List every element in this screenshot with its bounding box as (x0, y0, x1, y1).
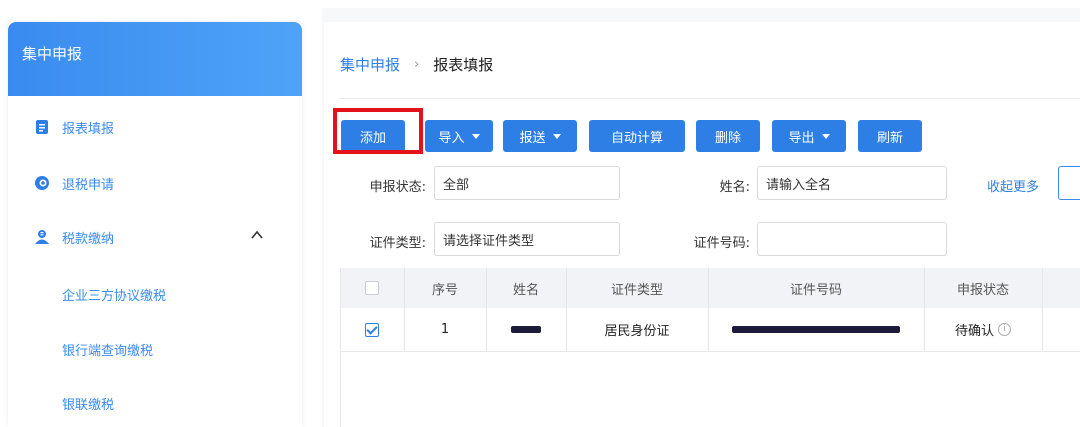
column-header-index: 序号 (431, 282, 458, 298)
sidebar-item-label: 银行端查询缴税 (62, 343, 154, 359)
sidebar-item-label: 退税申请 (62, 177, 115, 193)
breadcrumb-parent-link[interactable]: 集中申报 (340, 54, 400, 75)
chevron-up-icon[interactable] (250, 228, 264, 242)
collapse-more-link[interactable]: 收起更多 (987, 176, 1039, 195)
import-button-label: 导入 (438, 130, 465, 146)
select-all-checkbox[interactable] (365, 281, 379, 295)
breadcrumb-current: 报表填报 (433, 56, 494, 74)
name-label: 姓名: (719, 180, 750, 195)
add-button[interactable]: 添加 (341, 120, 405, 152)
delete-button[interactable]: 删除 (696, 120, 760, 152)
document-icon (34, 119, 50, 135)
add-button-label: 添加 (359, 130, 386, 146)
auto-calc-button-label: 自动计算 (610, 130, 663, 146)
column-header-id-type: 证件类型 (610, 282, 663, 298)
status-select[interactable]: 全部 (434, 166, 620, 200)
caret-down-icon (821, 133, 830, 139)
truncated-button[interactable] (1058, 166, 1080, 200)
row-checkbox[interactable] (365, 322, 379, 337)
sidebar-item-bank-query[interactable]: 银行端查询缴税 (8, 334, 356, 364)
sidebar-item-tax-payment[interactable]: 税款缴纳 (8, 222, 302, 252)
submit-button-label: 报送 (519, 130, 546, 146)
id-number-input[interactable] (757, 222, 947, 256)
sidebar: 集中申报 报表填报 退税申请 税款缴纳 企业三方协议缴税 银行端查询缴税 银联缴… (8, 22, 302, 427)
id-type-label: 证件类型: (369, 236, 426, 251)
sidebar-item-unionpay[interactable]: 银联缴税 (8, 388, 356, 418)
name-input[interactable]: 请输入全名 (757, 166, 947, 200)
table-header: 序号 姓名 证件类型 证件号码 申报状态 (340, 268, 1080, 308)
import-button[interactable]: 导入 (425, 120, 493, 152)
info-icon[interactable]: i (998, 323, 1011, 336)
refund-icon (34, 175, 50, 191)
sidebar-item-three-party[interactable]: 企业三方协议缴税 (8, 279, 356, 309)
breadcrumb: 集中申报 › 报表填报 (340, 54, 493, 75)
export-button-label: 导出 (788, 130, 815, 146)
submit-button[interactable]: 报送 (503, 120, 577, 152)
caret-down-icon (552, 133, 561, 139)
id-number-label: 证件号码: (693, 236, 750, 251)
refresh-button-label: 刷新 (876, 130, 903, 146)
sidebar-item-refund[interactable]: 退税申请 (8, 168, 302, 198)
delete-button-label: 删除 (714, 130, 741, 146)
cell-name (486, 308, 566, 351)
cell-id-number (708, 308, 924, 351)
divider (340, 98, 1080, 99)
cell-status: 待确认 i (924, 308, 1042, 351)
select-all-cell[interactable] (340, 268, 404, 308)
user-pay-icon (34, 229, 50, 245)
status-label: 申报状态: (369, 180, 426, 195)
breadcrumb-separator-icon: › (414, 57, 420, 72)
column-header-id-number: 证件号码 (789, 282, 842, 298)
column-header-status: 申报状态 (956, 282, 1009, 298)
status-text: 待确认 (954, 324, 994, 339)
refresh-button[interactable]: 刷新 (858, 120, 922, 152)
column-header-name: 姓名 (512, 282, 539, 298)
redacted-name (511, 326, 541, 333)
row-select-cell[interactable] (340, 308, 404, 351)
export-button[interactable]: 导出 (772, 120, 846, 152)
id-type-select[interactable]: 请选择证件类型 (434, 222, 620, 256)
sidebar-title: 集中申报 (8, 22, 302, 96)
redacted-id-number (732, 326, 900, 333)
sidebar-item-label: 银联缴税 (62, 397, 115, 413)
cell-index: 1 (440, 322, 450, 337)
caret-down-icon (471, 133, 480, 139)
auto-calc-button[interactable]: 自动计算 (589, 120, 685, 152)
sidebar-item-label: 税款缴纳 (62, 231, 115, 247)
sidebar-item-report-fill[interactable]: 报表填报 (8, 112, 302, 142)
sidebar-item-label: 企业三方协议缴税 (62, 288, 167, 304)
sidebar-item-label: 报表填报 (62, 121, 115, 137)
cell-id-type: 居民身份证 (604, 324, 670, 339)
table-row[interactable]: 1 居民身份证 待确认 i (340, 308, 1080, 352)
